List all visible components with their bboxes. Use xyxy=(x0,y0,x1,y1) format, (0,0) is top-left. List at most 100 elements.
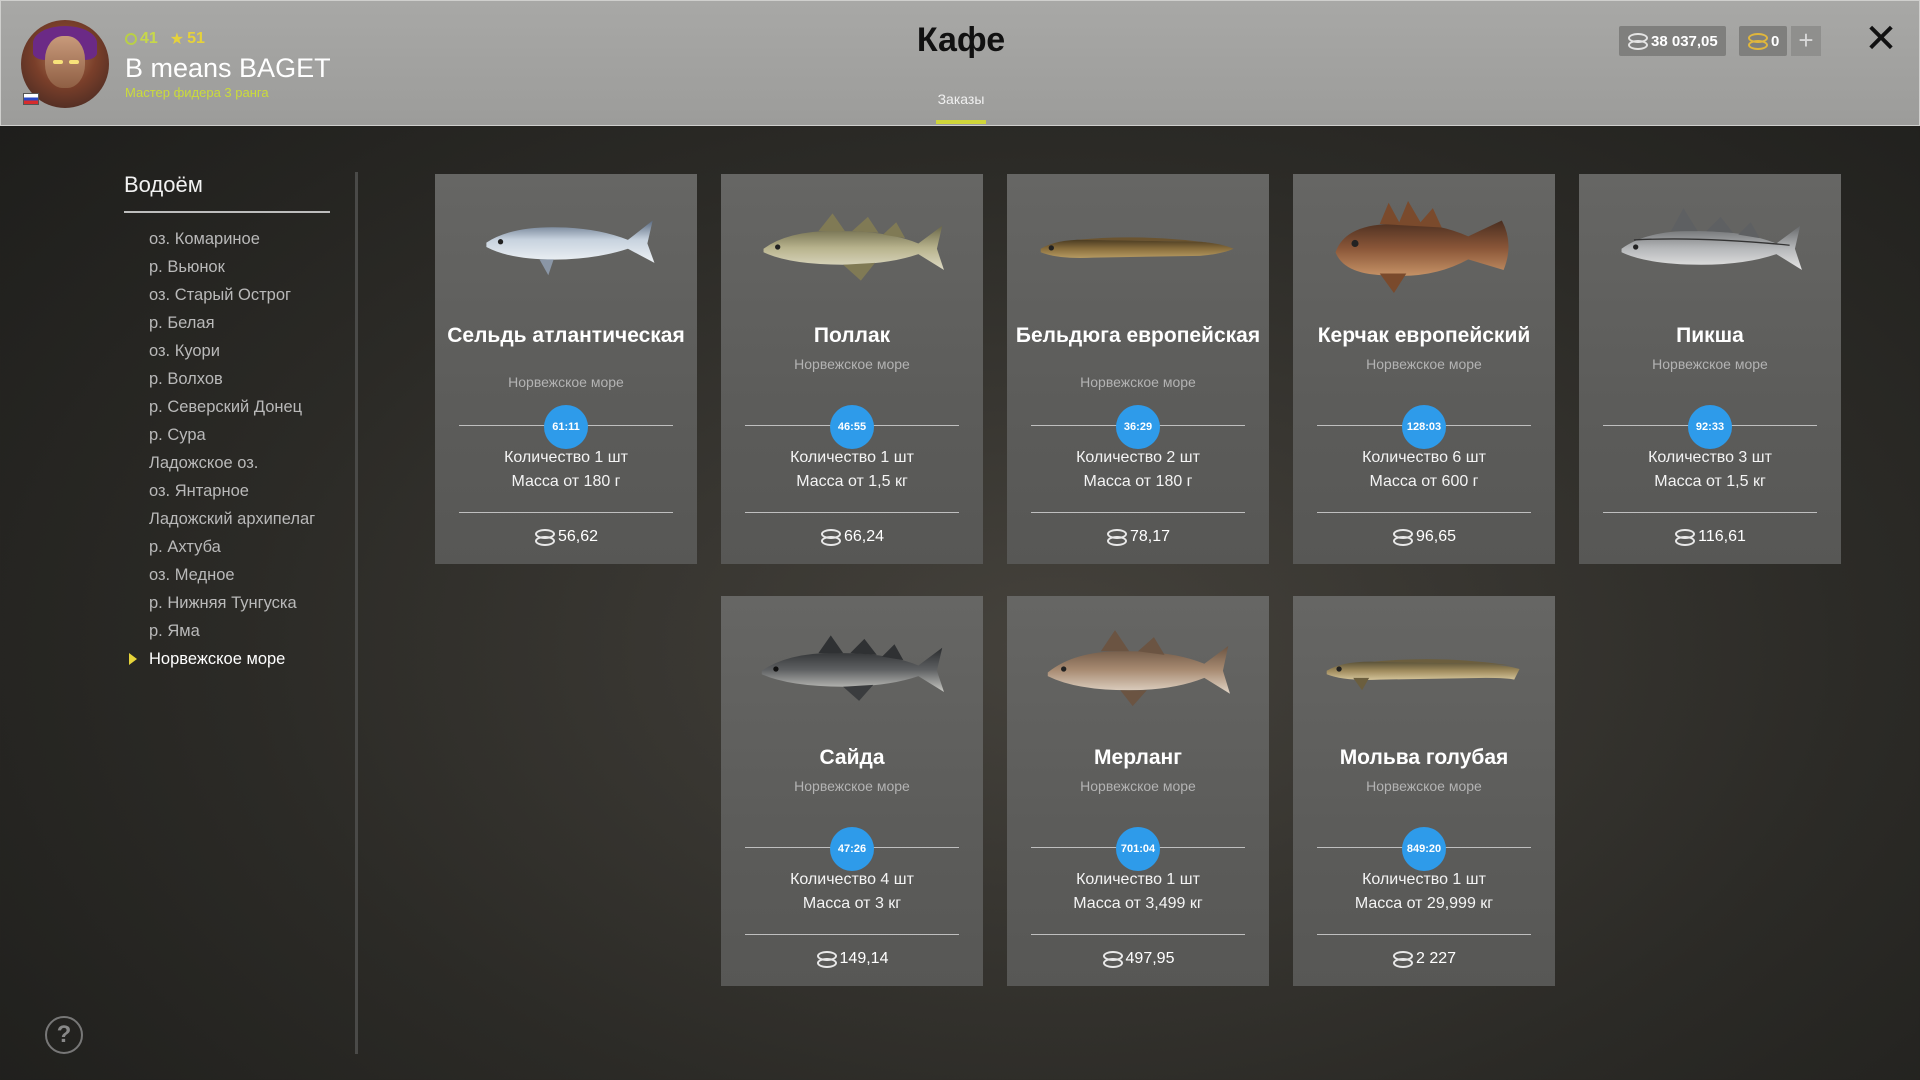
order-quantity: Количество 1 шт xyxy=(504,449,628,466)
silver-coin-icon xyxy=(1102,951,1123,968)
player-rank: Мастер фидера 3 ранга xyxy=(125,85,269,100)
silver-coin-icon xyxy=(534,529,555,546)
order-mass: Масса от 600 г xyxy=(1369,473,1479,490)
price-divider xyxy=(1603,512,1817,513)
order-mass: Масса от 1,5 кг xyxy=(1654,473,1766,490)
order-card[interactable]: Поллак Норвежское море 46:55 Количество 1 ш… xyxy=(721,174,983,564)
help-button[interactable]: ? xyxy=(45,1016,83,1054)
fish-region: Норвежское море xyxy=(1366,356,1482,372)
order-card[interactable]: Мольва голубая Норвежское море 849:20 Колич… xyxy=(1293,596,1555,986)
add-currency-button[interactable]: + xyxy=(1791,26,1821,56)
herring-image xyxy=(486,220,655,276)
waterbody-item[interactable]: р. Волхов xyxy=(124,365,315,393)
waterbody-label: оз. Медное xyxy=(149,566,235,584)
reward-amount: 149,14 xyxy=(839,950,889,967)
waterbody-item[interactable]: Норвежское море xyxy=(124,645,315,673)
waterbody-label: р. Ахтуба xyxy=(149,538,221,556)
order-card[interactable]: Сельдь атлантическая Норвежское море 61:11… xyxy=(435,174,697,564)
waterbody-label: оз. Янтарное xyxy=(149,482,249,500)
price-divider xyxy=(745,934,959,935)
fish-name: Сельдь атлантическая xyxy=(447,324,685,347)
selected-arrow-icon xyxy=(129,653,137,665)
waterbody-item[interactable]: р. Белая xyxy=(124,309,315,337)
whiting-image xyxy=(1047,630,1230,707)
order-card[interactable]: Пикша Норвежское море 92:33 Количество 3 шт… xyxy=(1579,174,1841,564)
avatar-eye xyxy=(69,60,79,64)
waterbody-item[interactable]: оз. Комариное xyxy=(124,225,315,253)
waterbody-label: Норвежское море xyxy=(149,650,286,668)
order-mass: Масса от 29,999 кг xyxy=(1354,895,1494,912)
reward-amount: 56,62 xyxy=(557,528,599,545)
reward-amount: 66,24 xyxy=(843,528,885,545)
order-timer: 36:29 xyxy=(1116,405,1160,449)
waterbody-label: р. Сура xyxy=(149,426,206,444)
saithe-image xyxy=(761,635,944,701)
waterbody-item[interactable]: р. Вьюнок xyxy=(124,253,315,281)
silver-amount: 38 037,05 xyxy=(1651,32,1718,50)
reward-amount: 116,61 xyxy=(1698,528,1746,545)
waterbody-item[interactable]: р. Сура xyxy=(124,421,315,449)
order-reward: 116,61 xyxy=(1579,528,1841,546)
order-quantity: Количество 6 шт xyxy=(1362,449,1486,466)
order-quantity: Количество 2 шт xyxy=(1076,449,1200,466)
fish-region: Норвежское море xyxy=(1366,778,1482,794)
order-card[interactable]: Бельдюга европейская Норвежское море 36:29… xyxy=(1007,174,1269,564)
fish-name: Мольва голубая xyxy=(1339,746,1509,769)
waterbody-item[interactable]: оз. Куори xyxy=(124,337,315,365)
waterbody-item[interactable]: Ладожский архипелаг xyxy=(124,505,315,533)
reward-amount: 497,95 xyxy=(1125,950,1175,967)
order-reward: 149,14 xyxy=(721,950,983,968)
waterbody-label: р. Белая xyxy=(149,314,215,332)
order-mass: Масса от 180 г xyxy=(1083,473,1193,490)
waterbody-list: оз. Комариное р. Вьюнок оз. Старый Острог р… xyxy=(124,225,315,673)
waterbody-label: р. Нижняя Тунгуска xyxy=(149,594,297,612)
order-card[interactable]: Сайда Норвежское море 47:26 Количество 4 шт… xyxy=(721,596,983,986)
fish-name: Сайда xyxy=(819,746,885,769)
gold-coin-icon xyxy=(1747,33,1768,50)
silver-coin-icon xyxy=(1392,951,1413,968)
fish-name: Поллак xyxy=(813,324,891,347)
haddock-image xyxy=(1621,208,1802,270)
fish-name: Керчак европейский xyxy=(1317,324,1531,347)
waterbody-item[interactable]: оз. Янтарное xyxy=(124,477,315,505)
silver-coin-icon xyxy=(1674,529,1696,546)
waterbody-item[interactable]: р. Северский Донец xyxy=(124,393,315,421)
order-card[interactable]: Мерланг Норвежское море 701:04 Количество 1… xyxy=(1007,596,1269,986)
reward-amount: 2 227 xyxy=(1415,950,1457,967)
waterbody-item[interactable]: оз. Старый Острог xyxy=(124,281,315,309)
order-reward: 96,65 xyxy=(1293,528,1555,546)
order-mass: Масса от 3 кг xyxy=(802,895,902,912)
order-timer: 61:11 xyxy=(544,405,588,449)
order-quantity: Количество 1 шт xyxy=(1076,871,1200,888)
waterbody-item[interactable]: р. Яма xyxy=(124,617,315,645)
waterbody-label: р. Северский Донец xyxy=(149,398,303,416)
waterbody-item[interactable]: р. Ахтуба xyxy=(124,533,315,561)
price-divider xyxy=(459,512,673,513)
price-divider xyxy=(1031,512,1245,513)
order-reward: 56,62 xyxy=(435,528,697,546)
close-button[interactable]: ✕ xyxy=(1863,19,1899,59)
tab-orders[interactable]: Заказы xyxy=(936,91,986,107)
waterbody-label: р. Волхов xyxy=(149,370,223,388)
fish-name: Бельдюга европейская xyxy=(1015,324,1261,347)
russia-flag-icon xyxy=(23,93,39,105)
order-timer: 701:04 xyxy=(1116,827,1160,871)
reward-amount: 78,17 xyxy=(1129,528,1171,545)
order-reward: 497,95 xyxy=(1007,950,1269,968)
waterbody-item[interactable]: р. Нижняя Тунгуска xyxy=(124,589,315,617)
order-card[interactable]: Керчак европейский Норвежское море 128:03 К… xyxy=(1293,174,1555,564)
silver-coin-icon xyxy=(1392,529,1413,546)
fish-region: Норвежское море xyxy=(508,374,624,390)
order-mass: Масса от 180 г xyxy=(511,473,621,490)
sidebar-title-divider xyxy=(124,211,330,213)
order-timer: 128:03 xyxy=(1402,405,1446,449)
silver-coin-icon xyxy=(816,951,837,968)
waterbody-label: оз. Куори xyxy=(149,342,220,360)
order-mass: Масса от 1,5 кг xyxy=(796,473,908,490)
waterbody-item[interactable]: Ладожское оз. xyxy=(124,449,315,477)
order-mass: Масса от 3,499 кг xyxy=(1073,895,1203,912)
price-divider xyxy=(1317,934,1531,935)
price-divider xyxy=(1031,934,1245,935)
order-reward: 66,24 xyxy=(721,528,983,546)
waterbody-item[interactable]: оз. Медное xyxy=(124,561,315,589)
